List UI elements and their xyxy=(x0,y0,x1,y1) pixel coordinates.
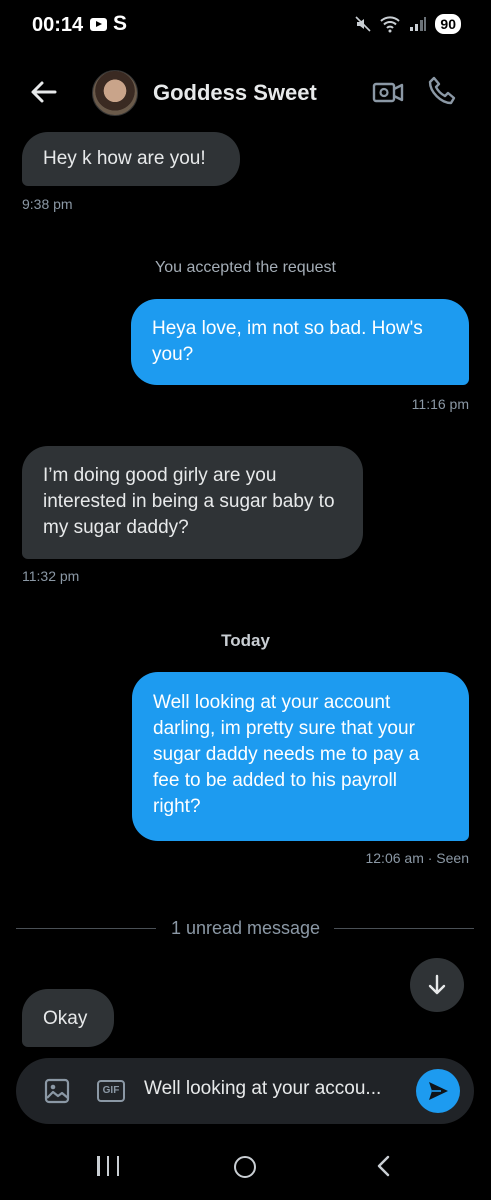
status-time: 00:14 xyxy=(32,14,84,36)
message-time: 9:38 pm xyxy=(22,196,73,212)
voice-call-button[interactable] xyxy=(426,75,458,107)
message-text: I’m doing good girly are you interested … xyxy=(43,465,335,538)
message-input[interactable]: Well looking at your accou... xyxy=(144,1078,414,1100)
message-time: 11:16 pm xyxy=(411,396,469,412)
received-message[interactable]: Hey k how are you! xyxy=(22,132,240,186)
image-icon xyxy=(44,1078,70,1104)
scroll-to-bottom-button[interactable] xyxy=(410,958,464,1012)
message-time-seen: 12:06 am · Seen xyxy=(365,850,469,866)
gif-button[interactable]: GIF xyxy=(97,1080,125,1102)
request-accepted-note: You accepted the request xyxy=(155,259,336,276)
contact-name[interactable]: Goddess Sweet xyxy=(153,80,317,106)
video-camera-icon xyxy=(372,82,404,103)
youtube-notification-icon xyxy=(90,17,107,31)
battery-indicator: 90 xyxy=(435,14,461,34)
arrow-down-icon xyxy=(428,974,446,995)
system-back-button[interactable] xyxy=(372,1154,396,1178)
status-left-icons: S xyxy=(90,12,128,35)
signal-icon xyxy=(410,17,427,31)
chevron-left-icon xyxy=(377,1155,390,1177)
send-button[interactable] xyxy=(416,1069,460,1113)
conversation-header: Goddess Sweet xyxy=(0,60,491,124)
message-text: Heya love, im not so bad. How's you? xyxy=(152,318,423,365)
arrow-left-icon xyxy=(31,81,57,103)
back-button[interactable] xyxy=(28,76,60,108)
status-right-icons: 90 xyxy=(355,14,461,34)
date-separator: Today xyxy=(221,631,270,650)
message-time: 11:32 pm xyxy=(22,568,80,584)
received-message[interactable]: Okay xyxy=(22,989,114,1047)
received-message[interactable]: I’m doing good girly are you interested … xyxy=(22,446,363,559)
send-icon xyxy=(429,1082,448,1100)
system-nav-bar xyxy=(0,1136,491,1200)
recent-apps-button[interactable] xyxy=(97,1156,119,1176)
message-text: Okay xyxy=(43,1008,88,1029)
message-text: Hey k how are you! xyxy=(43,148,206,169)
sent-message[interactable]: Well looking at your account darling, im… xyxy=(132,672,469,841)
add-image-button[interactable] xyxy=(44,1078,70,1104)
mute-icon xyxy=(355,16,371,32)
home-button[interactable] xyxy=(234,1156,256,1178)
status-bar: 00:14 S 90 xyxy=(0,0,491,52)
sent-message[interactable]: Heya love, im not so bad. How's you? xyxy=(131,299,469,385)
unread-divider-right xyxy=(334,928,474,929)
avatar[interactable] xyxy=(92,70,138,116)
video-call-button[interactable] xyxy=(372,76,404,108)
message-composer: GIF Well looking at your accou... xyxy=(16,1058,474,1124)
s-notification-icon: S xyxy=(113,12,128,35)
wifi-icon xyxy=(380,16,401,33)
message-text: Well looking at your account darling, im… xyxy=(153,692,420,817)
phone-icon xyxy=(428,76,456,105)
